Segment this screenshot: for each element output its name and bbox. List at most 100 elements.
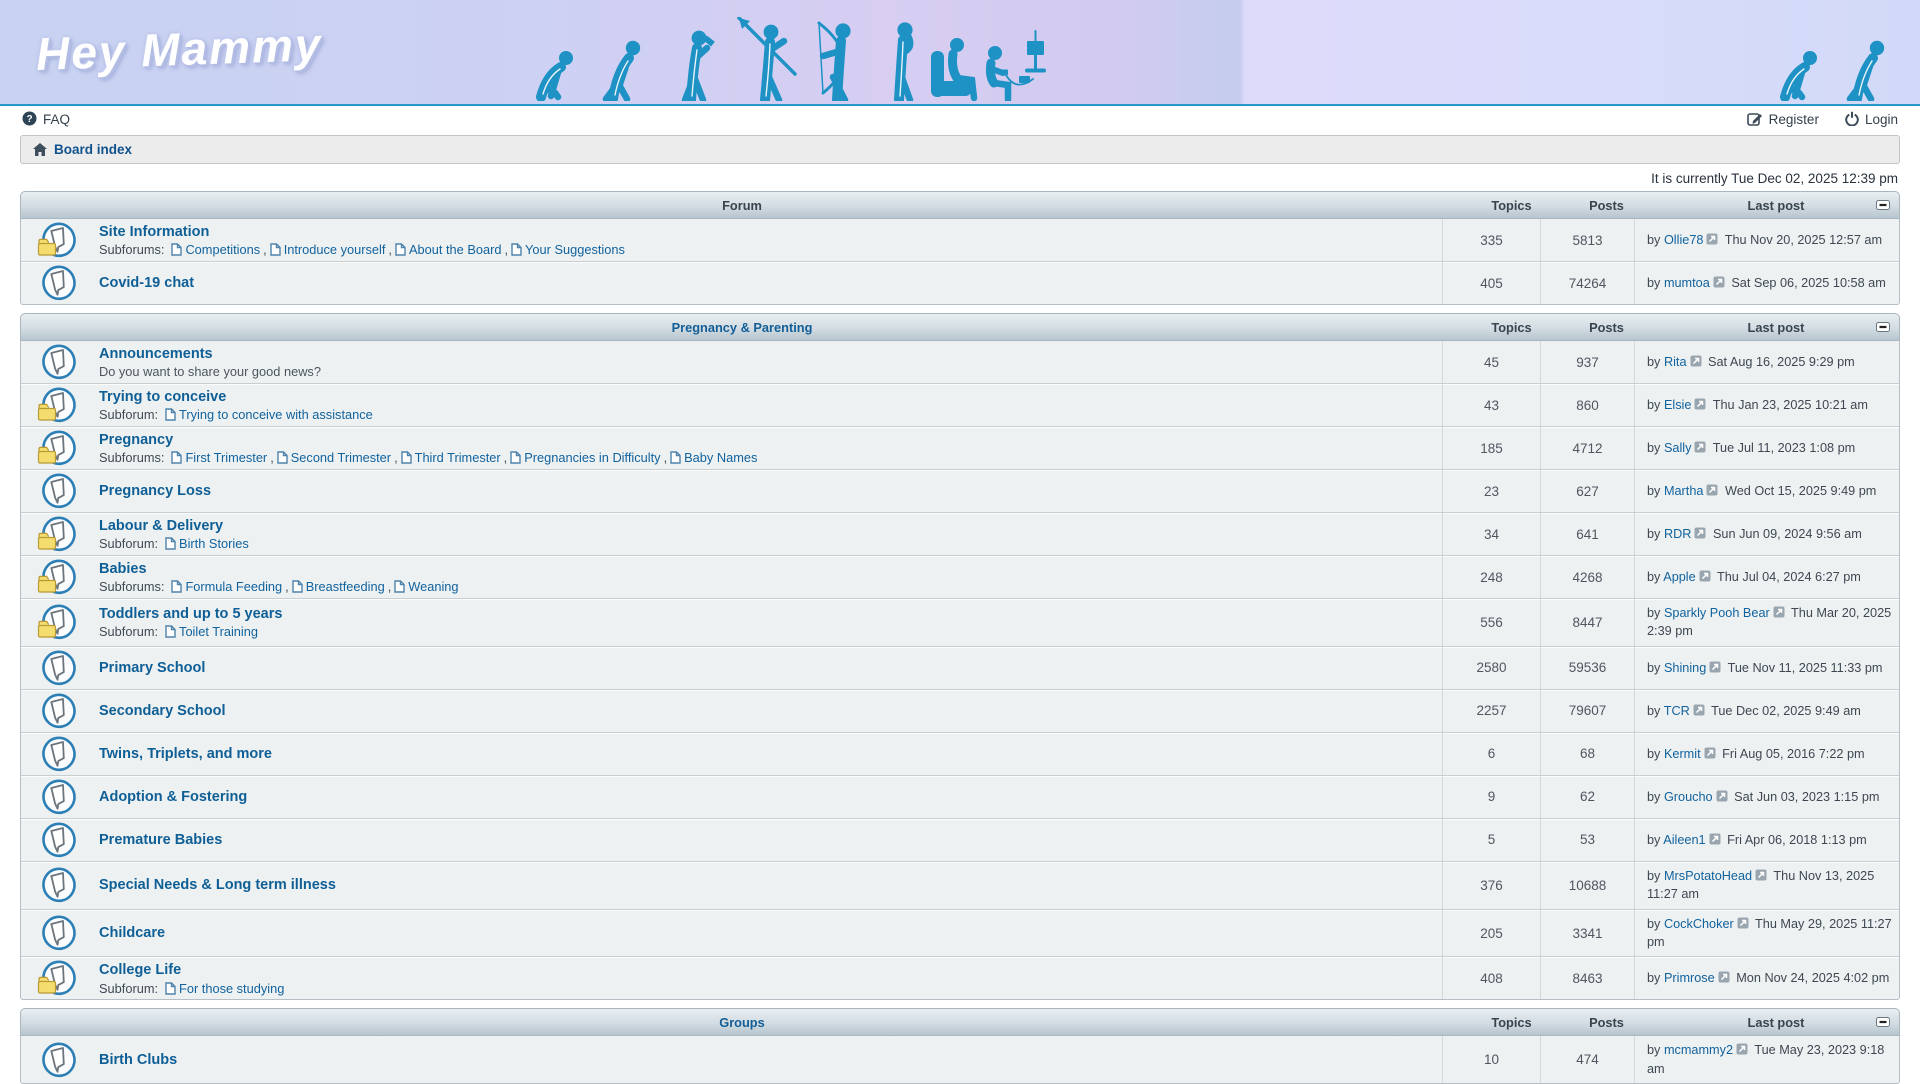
subforum-link[interactable]: Weaning <box>394 579 458 594</box>
view-latest-post-icon[interactable] <box>1718 971 1730 983</box>
lastpost-by-label: by <box>1647 971 1660 985</box>
forum-name-cell: PregnancySubforums:First Trimester,Secon… <box>21 427 1442 469</box>
forum-title-link[interactable]: Pregnancy <box>99 431 173 449</box>
subforum-link[interactable]: About the Board <box>395 242 502 257</box>
view-latest-post-icon[interactable] <box>1709 661 1721 673</box>
view-latest-post-icon[interactable] <box>1694 527 1706 539</box>
subforum-link[interactable]: Breastfeeding <box>292 579 385 594</box>
lastpost-info: by Shining Tue Nov 11, 2025 11:33 pm <box>1647 659 1883 677</box>
forum-title-link[interactable]: Primary School <box>99 659 205 677</box>
subforum-separator: , <box>504 450 508 465</box>
category-title-link[interactable]: Groups <box>719 1015 765 1030</box>
category-title-link[interactable]: Pregnancy & Parenting <box>672 320 813 335</box>
forum-title-link[interactable]: Secondary School <box>99 702 226 720</box>
lastpost-username-link[interactable]: mumtoa <box>1664 276 1710 290</box>
forum-title-link[interactable]: Adoption & Fostering <box>99 788 247 806</box>
board-index-link[interactable]: Board index <box>54 142 132 157</box>
lastpost-username-link[interactable]: Shining <box>1664 661 1706 675</box>
subforum-link[interactable]: Second Trimester <box>277 450 391 465</box>
view-latest-post-icon[interactable] <box>1755 869 1767 881</box>
forum-bubble-icon <box>35 914 81 952</box>
view-latest-post-icon[interactable] <box>1694 441 1706 453</box>
lastpost-date: Thu Jan 23, 2025 10:21 am <box>1713 398 1868 412</box>
lastpost-date: Sun Jun 09, 2024 9:56 am <box>1713 527 1862 541</box>
forum-title-link[interactable]: Toddlers and up to 5 years <box>99 605 282 623</box>
view-latest-post-icon[interactable] <box>1690 355 1702 367</box>
lastpost-username-link[interactable]: TCR <box>1664 704 1690 718</box>
lastpost-username-link[interactable]: Elsie <box>1664 398 1692 412</box>
forum-title-link[interactable]: Covid-19 chat <box>99 274 194 292</box>
view-latest-post-icon[interactable] <box>1694 398 1706 410</box>
lastpost-username-link[interactable]: RDR <box>1664 527 1692 541</box>
login-link[interactable]: Login <box>1845 111 1898 129</box>
collapse-section-button[interactable] <box>1876 322 1890 332</box>
collapse-section-button[interactable] <box>1876 200 1890 210</box>
lastpost-cell: by mumtoa Sat Sep 06, 2025 10:58 am <box>1634 262 1899 304</box>
view-latest-post-icon[interactable] <box>1706 233 1718 245</box>
lastpost-username-link[interactable]: Kermit <box>1664 747 1701 761</box>
forum-title-link[interactable]: College Life <box>99 961 181 979</box>
subforum-separator: , <box>394 450 398 465</box>
subforum-link-label: Pregnancies in Difficulty <box>524 450 660 465</box>
subforum-link[interactable]: Your Suggestions <box>511 242 625 257</box>
view-latest-post-icon[interactable] <box>1706 484 1718 496</box>
forum-rows: Birth Clubs10474by mcmammy2 Tue May 23, … <box>20 1036 1900 1084</box>
subforum-link[interactable]: Introduce yourself <box>270 242 386 257</box>
forum-title-link[interactable]: Pregnancy Loss <box>99 482 211 500</box>
view-latest-post-icon[interactable] <box>1699 570 1711 582</box>
forum-title-link[interactable]: Special Needs & Long term illness <box>99 876 336 894</box>
lastpost-username-link[interactable]: Groucho <box>1664 790 1713 804</box>
lastpost-username-link[interactable]: Ollie78 <box>1664 233 1704 247</box>
subforum-link[interactable]: Birth Stories <box>165 536 249 551</box>
forum-name-cell: College LifeSubforum:For those studying <box>21 957 1442 999</box>
lastpost-username-link[interactable]: Rita <box>1664 355 1687 369</box>
lastpost-username-link[interactable]: Apple <box>1663 570 1695 584</box>
view-latest-post-icon[interactable] <box>1773 606 1785 618</box>
forum-title-link[interactable]: Site Information <box>99 223 209 241</box>
lastpost-username-link[interactable]: Sparkly Pooh Bear <box>1664 606 1770 620</box>
topics-count: 335 <box>1442 219 1540 261</box>
faq-link[interactable]: ? FAQ <box>22 111 70 129</box>
forum-title-link[interactable]: Twins, Triplets, and more <box>99 745 272 763</box>
subforum-link[interactable]: Competitions <box>171 242 260 257</box>
forum-title-link[interactable]: Birth Clubs <box>99 1051 177 1069</box>
view-latest-post-icon[interactable] <box>1736 1043 1748 1055</box>
lastpost-username-link[interactable]: CockChoker <box>1664 917 1734 931</box>
forum-title-link[interactable]: Labour & Delivery <box>99 517 223 535</box>
forum-name-cell: Birth Clubs <box>21 1036 1442 1083</box>
power-icon <box>1845 111 1859 129</box>
lastpost-username-link[interactable]: Sally <box>1664 441 1692 455</box>
forum-title-link[interactable]: Childcare <box>99 924 165 942</box>
forum-name-cell: Premature Babies <box>21 819 1442 861</box>
forum-title-link[interactable]: Premature Babies <box>99 831 222 849</box>
lastpost-username-link[interactable]: MrsPotatoHead <box>1664 869 1752 883</box>
subforum-separator: , <box>388 579 392 594</box>
subforum-link[interactable]: First Trimester <box>171 450 267 465</box>
view-latest-post-icon[interactable] <box>1716 790 1728 802</box>
forum-bubble-folder-icon <box>35 959 81 997</box>
view-latest-post-icon[interactable] <box>1713 276 1725 288</box>
topics-count: 405 <box>1442 262 1540 304</box>
subforum-link[interactable]: Trying to conceive with assistance <box>165 407 373 422</box>
lastpost-username-link[interactable]: Aileen1 <box>1663 833 1705 847</box>
lastpost-username-link[interactable]: Primrose <box>1664 971 1715 985</box>
view-latest-post-icon[interactable] <box>1737 917 1749 929</box>
column-header-topics: Topics <box>1463 320 1560 335</box>
view-latest-post-icon[interactable] <box>1704 747 1716 759</box>
forum-title-link[interactable]: Trying to conceive <box>99 388 226 406</box>
collapse-section-button[interactable] <box>1876 1017 1890 1027</box>
view-latest-post-icon[interactable] <box>1693 704 1705 716</box>
lastpost-username-link[interactable]: Martha <box>1664 484 1704 498</box>
subforum-link[interactable]: Third Trimester <box>401 450 501 465</box>
subforum-link[interactable]: Pregnancies in Difficulty <box>510 450 660 465</box>
subforum-link[interactable]: For those studying <box>165 981 284 996</box>
subforum-link[interactable]: Baby Names <box>670 450 757 465</box>
subforum-link[interactable]: Formula Feeding <box>171 579 282 594</box>
forum-title-link[interactable]: Announcements <box>99 345 213 363</box>
register-link[interactable]: Register <box>1747 111 1819 129</box>
lastpost-info: by Primrose Mon Nov 24, 2025 4:02 pm <box>1647 969 1889 987</box>
subforum-link[interactable]: Toilet Training <box>165 624 258 639</box>
forum-title-link[interactable]: Babies <box>99 560 147 578</box>
lastpost-username-link[interactable]: mcmammy2 <box>1664 1043 1733 1057</box>
view-latest-post-icon[interactable] <box>1709 833 1721 845</box>
